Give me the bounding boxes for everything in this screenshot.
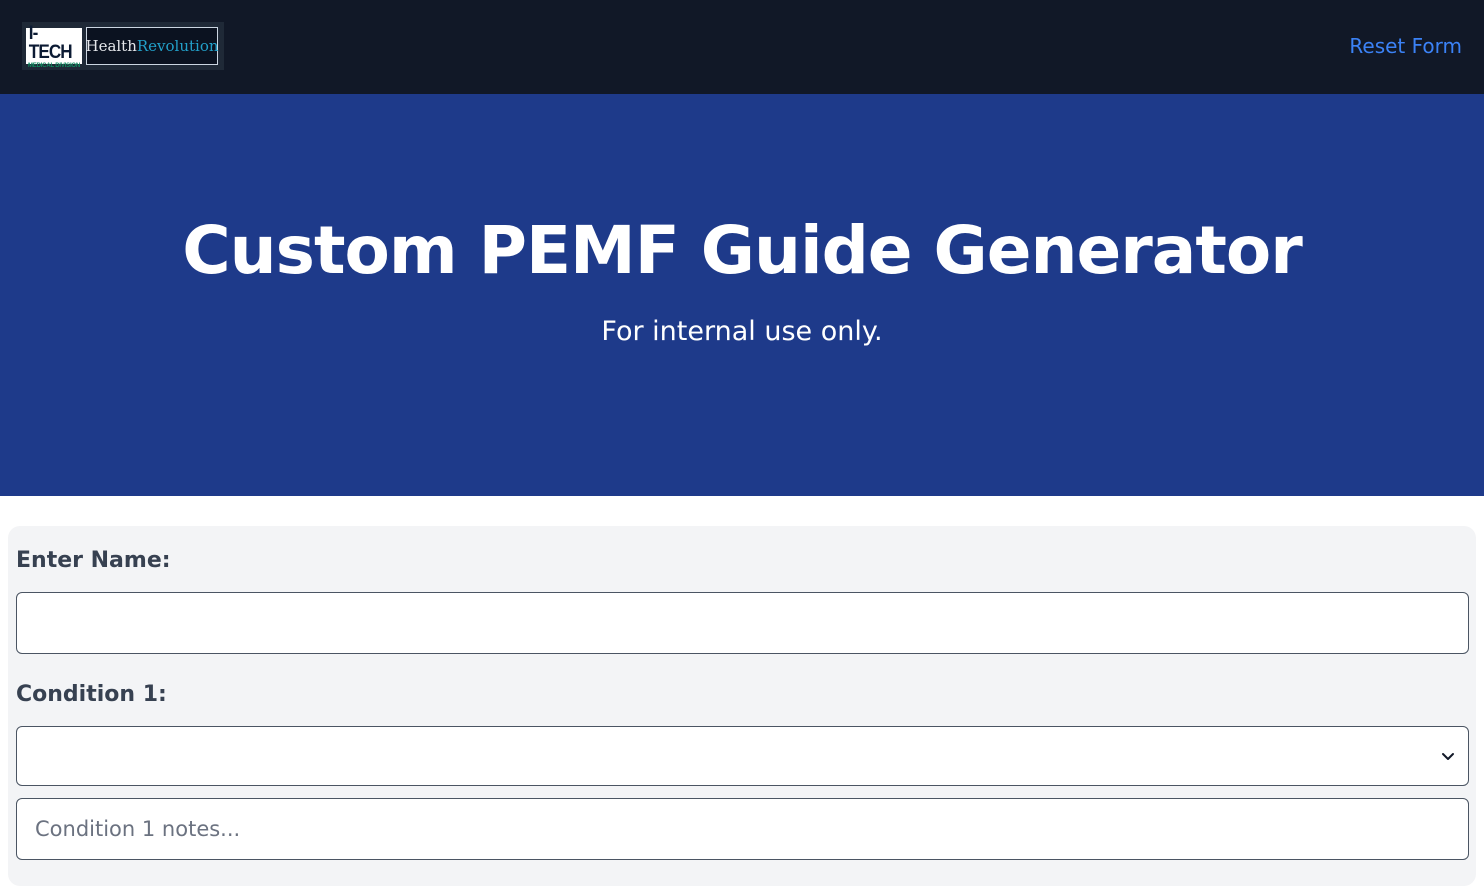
revolution-logo-text: Revolution bbox=[136, 37, 219, 55]
itech-logo-mark: I-TECH MEDICAL DIVISION bbox=[26, 24, 82, 69]
top-navbar: I-TECH MEDICAL DIVISION Health Revolution… bbox=[0, 0, 1484, 94]
guide-form: Enter Name: Condition 1: bbox=[8, 526, 1476, 886]
brand-logo[interactable]: I-TECH MEDICAL DIVISION Health Revolution bbox=[22, 22, 224, 70]
name-label: Enter Name: bbox=[16, 548, 171, 573]
condition-1-label: Condition 1: bbox=[16, 682, 167, 707]
itech-logo-subtext: MEDICAL DIVISION bbox=[27, 62, 81, 69]
condition-1-select[interactable] bbox=[16, 726, 1469, 786]
condition-1-notes-input[interactable] bbox=[16, 798, 1469, 860]
reset-form-link[interactable]: Reset Form bbox=[1349, 34, 1462, 58]
name-input[interactable] bbox=[16, 592, 1469, 654]
hero-banner: Custom PEMF Guide Generator For internal… bbox=[0, 94, 1484, 496]
page-subtitle: For internal use only. bbox=[601, 316, 883, 347]
page-title: Custom PEMF Guide Generator bbox=[182, 212, 1303, 289]
health-logo-text: Health bbox=[85, 37, 137, 55]
health-revolution-logo: Health Revolution bbox=[85, 27, 219, 65]
itech-logo-text: I-TECH bbox=[28, 22, 73, 63]
chevron-down-icon bbox=[1442, 753, 1454, 760]
